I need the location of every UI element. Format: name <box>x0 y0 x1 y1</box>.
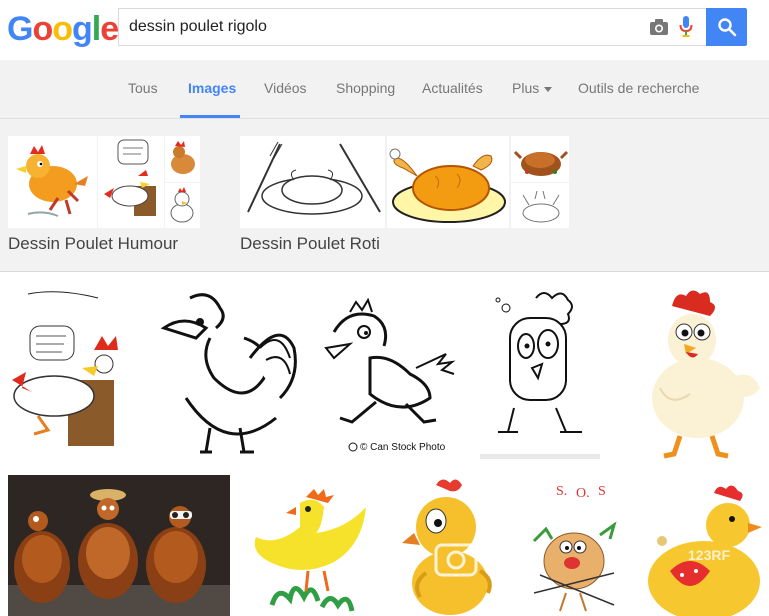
logo-letter: o <box>32 10 53 48</box>
related-thumb <box>165 183 200 228</box>
image-result[interactable] <box>476 288 604 463</box>
tab-videos[interactable]: Vidéos <box>264 80 307 96</box>
svg-text:S: S <box>598 484 606 499</box>
search-query-text: dessin poulet rigolo <box>129 18 267 35</box>
microphone-icon[interactable] <box>679 16 693 38</box>
logo-letter: g <box>72 10 93 48</box>
image-result[interactable] <box>8 475 230 616</box>
image-result[interactable] <box>396 475 508 616</box>
image-result[interactable]: © Can Stock Photo <box>320 298 462 454</box>
active-tab-indicator <box>180 115 240 118</box>
image-result[interactable]: 123RF <box>640 475 769 616</box>
related-thumb <box>511 183 569 228</box>
image-result[interactable] <box>8 288 133 463</box>
tab-images[interactable]: Images <box>188 80 236 96</box>
image-result[interactable]: S. O. S <box>520 475 626 616</box>
svg-text:O.: O. <box>576 486 590 501</box>
tab-more-label: Plus <box>512 80 540 96</box>
search-input[interactable]: dessin poulet rigolo <box>118 8 706 46</box>
logo-letter: l <box>91 10 102 48</box>
tab-all[interactable]: Tous <box>128 80 158 96</box>
google-logo[interactable]: Google <box>7 10 119 48</box>
related-searches: Dessin Poulet Humour Dessin Poulet Roti <box>0 119 769 272</box>
related-thumb <box>511 136 569 182</box>
related-label: Dessin Poulet Humour <box>8 234 179 253</box>
image-result[interactable] <box>620 288 769 463</box>
tab-news[interactable]: Actualités <box>422 80 483 96</box>
tab-more[interactable]: Plus <box>512 80 553 96</box>
watermark-caption: 123RF <box>688 547 730 563</box>
tab-search-tools[interactable]: Outils de recherche <box>578 80 699 96</box>
related-thumb <box>165 136 200 182</box>
search-button[interactable] <box>706 8 747 46</box>
image-result[interactable] <box>242 475 384 616</box>
related-thumb <box>8 136 97 228</box>
related-label: Dessin Poulet Roti <box>240 234 380 253</box>
image-result[interactable] <box>150 288 303 463</box>
related-thumb <box>387 136 509 228</box>
chevron-down-icon <box>544 86 553 92</box>
related-thumb <box>240 136 385 228</box>
tab-shopping[interactable]: Shopping <box>336 80 395 96</box>
camera-icon[interactable] <box>649 18 669 36</box>
search-tabs: Tous Images Vidéos Shopping Actualités P… <box>0 60 769 119</box>
logo-letter: G <box>7 10 33 48</box>
header: Google dessin poulet rigolo <box>0 0 769 60</box>
logo-letter: e <box>100 10 119 48</box>
related-thumb <box>98 136 164 228</box>
search-icon <box>718 18 737 37</box>
svg-text:S.: S. <box>556 484 567 499</box>
logo-letter: o <box>52 10 73 48</box>
watermark-caption: © Can Stock Photo <box>360 442 446 453</box>
